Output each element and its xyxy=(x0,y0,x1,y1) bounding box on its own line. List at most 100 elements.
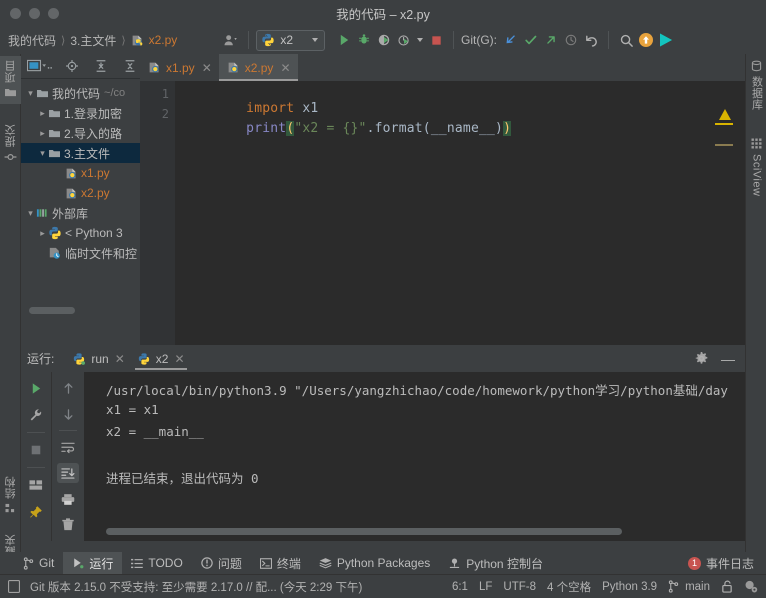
terminal-icon xyxy=(259,557,272,569)
run-configuration-selector[interactable]: x2 xyxy=(256,29,325,51)
bottom-item-label: TODO xyxy=(148,556,183,570)
tree-node-external-libraries[interactable]: ▾ 外部库 xyxy=(21,203,140,223)
profile-icon[interactable] xyxy=(394,30,414,50)
ide-icon[interactable] xyxy=(656,30,676,50)
search-icon[interactable] xyxy=(616,30,636,50)
tree-node-file-x2[interactable]: x2.py xyxy=(21,183,140,203)
line-separator[interactable]: LF xyxy=(479,581,492,593)
rerun-icon[interactable] xyxy=(25,378,47,398)
close-icon[interactable]: ✕ xyxy=(174,352,184,366)
status-bar: Git 版本 2.15.0 不受支持: 至少需要 2.17.0 // 配... … xyxy=(0,574,766,598)
close-icon[interactable]: ✕ xyxy=(202,61,212,75)
rail-item-structure[interactable]: 结构 xyxy=(0,472,21,518)
breadcrumb-file[interactable]: x2.py xyxy=(149,33,178,47)
layout-icon[interactable] xyxy=(25,475,47,495)
tree-node-scratches[interactable]: 临时文件和控 xyxy=(21,243,140,263)
rail-item-database[interactable]: 数据库 xyxy=(746,56,766,115)
run-console-output[interactable]: /usr/local/bin/python3.9 "/Users/yangzhi… xyxy=(84,372,745,541)
run-icon[interactable] xyxy=(334,30,354,50)
chevron-down-icon[interactable]: ▾ xyxy=(37,148,48,159)
bottom-item-run[interactable]: 运行 xyxy=(63,552,123,574)
interpreter-setting[interactable]: Python 3.9 xyxy=(602,581,657,593)
rail-item-sciview[interactable]: SciView xyxy=(746,134,766,200)
rail-item-commit[interactable]: 提交 xyxy=(0,120,21,167)
run-tab-run[interactable]: run ✕ xyxy=(66,345,130,372)
bottom-item-event-log[interactable]: 1 事件日志 xyxy=(679,552,766,574)
code-editor[interactable]: 1 2 import x1 print("x2 = {}".format(__n… xyxy=(140,81,745,345)
tree-node-file-x1[interactable]: x1.py xyxy=(21,163,140,183)
editor-marker-bar[interactable] xyxy=(731,81,745,345)
warning-icon[interactable] xyxy=(719,109,731,120)
status-memory-icon[interactable] xyxy=(8,580,20,593)
trash-icon[interactable] xyxy=(57,515,79,535)
rail-item-project[interactable]: 项目 xyxy=(0,56,21,104)
tree-node-project-root[interactable]: ▾ 我的代码 ~/co xyxy=(21,83,140,103)
git-commit-icon[interactable] xyxy=(521,30,541,50)
gear-icon[interactable] xyxy=(694,351,709,366)
inspection-marker[interactable] xyxy=(715,123,733,125)
bottom-item-problems[interactable]: 问题 xyxy=(192,552,251,574)
bottom-item-terminal[interactable]: 终端 xyxy=(251,552,310,574)
chevron-down-icon[interactable]: ▾ xyxy=(25,208,36,219)
file-encoding[interactable]: UTF-8 xyxy=(503,581,536,593)
caret-position[interactable]: 6:1 xyxy=(452,581,468,593)
wrench-icon[interactable] xyxy=(25,405,47,425)
editor-tab-x2[interactable]: x2.py ✕ xyxy=(218,54,298,81)
git-push-icon[interactable] xyxy=(541,30,561,50)
bottom-item-todo[interactable]: TODO xyxy=(122,552,191,574)
locate-icon[interactable] xyxy=(62,56,82,76)
bottom-item-python-console[interactable]: Python 控制台 xyxy=(439,552,552,574)
tree-node-folder-2[interactable]: ▸ 2.导入的路 xyxy=(21,123,140,143)
python-file-icon xyxy=(148,61,161,74)
run-panel-title: 运行: xyxy=(27,352,55,366)
breadcrumb-folder[interactable]: 3.主文件 xyxy=(70,32,116,49)
status-message[interactable]: Git 版本 2.15.0 不受支持: 至少需要 2.17.0 // 配... … xyxy=(30,579,362,595)
inspection-icon[interactable] xyxy=(744,580,758,593)
tree-node-folder-1[interactable]: ▸ 1.登录加密 xyxy=(21,103,140,123)
chevron-down-icon[interactable]: ▾ xyxy=(25,88,36,99)
run-coverage-icon[interactable] xyxy=(374,30,394,50)
chevron-right-icon[interactable]: ▸ xyxy=(37,228,48,239)
up-arrow-icon[interactable] xyxy=(57,378,79,398)
collapse-all-icon[interactable] xyxy=(120,56,140,76)
git-rollback-icon[interactable] xyxy=(581,30,601,50)
stop-icon[interactable] xyxy=(426,30,446,50)
close-icon[interactable]: ✕ xyxy=(115,352,125,366)
git-branch-label[interactable]: main xyxy=(685,581,710,593)
bottom-item-git[interactable]: Git xyxy=(14,552,63,574)
toolbar-divider xyxy=(59,430,77,431)
minimize-icon[interactable]: — xyxy=(721,352,735,366)
breadcrumb[interactable]: 我的代码 ⟩ 3.主文件 ⟩ x2.py xyxy=(8,30,177,50)
user-avatar-icon[interactable] xyxy=(221,30,241,50)
git-update-icon[interactable] xyxy=(501,30,521,50)
editor-gutter[interactable]: 1 2 xyxy=(140,81,175,345)
bottom-item-python-packages[interactable]: Python Packages xyxy=(310,552,439,574)
run-tab-x2[interactable]: x2 ✕ xyxy=(131,345,191,372)
pin-icon[interactable] xyxy=(25,502,47,522)
project-horizontal-scrollbar[interactable] xyxy=(29,307,75,314)
breadcrumb-project[interactable]: 我的代码 xyxy=(8,32,56,49)
indent-setting[interactable]: 4 个空格 xyxy=(547,579,591,595)
inspection-marker[interactable] xyxy=(715,144,733,146)
update-badge-icon[interactable] xyxy=(636,30,656,50)
debug-icon[interactable] xyxy=(354,30,374,50)
profile-dropdown-caret[interactable] xyxy=(414,30,426,50)
code-inner-paren-open: ( xyxy=(422,121,431,136)
tree-node-folder-3-selected[interactable]: ▾ 3.主文件 xyxy=(21,143,140,163)
chevron-right-icon[interactable]: ▸ xyxy=(37,108,48,119)
chevron-down-icon[interactable] xyxy=(312,38,318,42)
tree-node-python-sdk[interactable]: ▸ < Python 3 xyxy=(21,223,140,243)
console-horizontal-scrollbar[interactable] xyxy=(106,528,622,535)
project-tree[interactable]: ▾ 我的代码 ~/co ▸ 1.登录加密 ▸ 2.导入的路 ▾ 3.主文件 x1… xyxy=(21,79,140,319)
print-icon[interactable] xyxy=(57,489,79,509)
select-opened-file-icon[interactable] xyxy=(27,56,53,76)
stop-icon[interactable] xyxy=(25,440,47,460)
lock-icon[interactable] xyxy=(721,580,733,593)
scroll-to-end-icon[interactable] xyxy=(57,463,79,483)
soft-wrap-icon[interactable] xyxy=(57,437,79,457)
chevron-right-icon[interactable]: ▸ xyxy=(37,128,48,139)
expand-all-icon[interactable] xyxy=(91,56,111,76)
down-arrow-icon[interactable] xyxy=(57,404,79,424)
close-icon[interactable]: ✕ xyxy=(280,61,290,75)
editor-tab-x1[interactable]: x1.py ✕ xyxy=(140,54,219,81)
